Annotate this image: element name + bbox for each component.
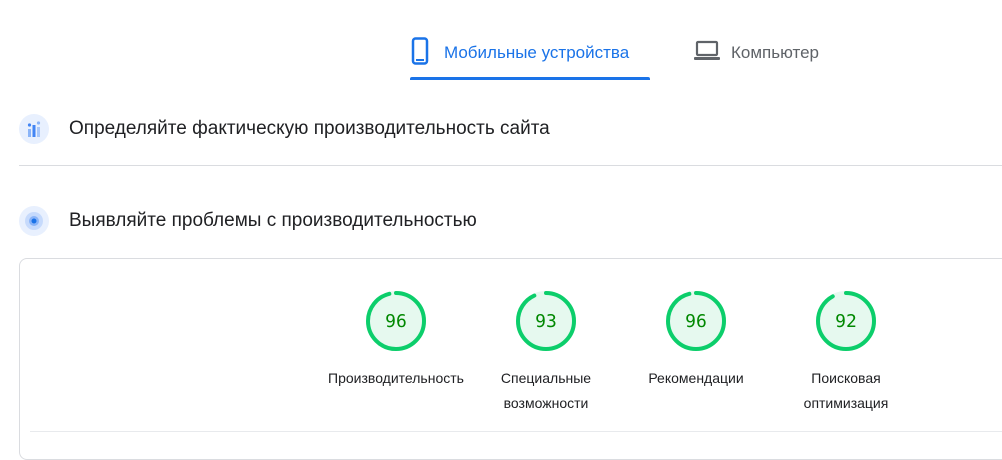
active-tab-indicator — [410, 77, 650, 80]
score-label: Рекомендации — [648, 370, 744, 386]
tab-mobile[interactable]: Мобильные устройства — [410, 28, 652, 80]
score-label: Специальные возможности — [500, 370, 592, 411]
score-value: 96 — [385, 311, 407, 332]
score-value: 93 — [535, 311, 557, 332]
lab-data-icon — [19, 206, 49, 236]
lab-data-section: Выявляйте проблемы с производительностью — [0, 200, 1002, 242]
score-value: 92 — [835, 311, 857, 332]
lab-data-title: Выявляйте проблемы с производительностью — [69, 210, 477, 231]
score-ring: 93 — [516, 291, 576, 351]
smartphone-icon — [410, 36, 430, 70]
score-value: 96 — [685, 311, 707, 332]
field-data-icon — [19, 114, 49, 144]
card-divider — [30, 431, 1002, 432]
scores-card: 96 Производительность 93 Специальные возмож… — [19, 258, 1002, 460]
tab-desktop[interactable]: Компьютер — [693, 28, 819, 78]
score-gauge[interactable]: 96 Производительность — [316, 289, 476, 391]
section-divider — [19, 165, 1002, 166]
score-gauge[interactable]: 93 Специальные возможности — [466, 289, 626, 416]
score-gauge[interactable]: 96 Рекомендации — [616, 289, 776, 391]
score-gauge[interactable]: 92 Поисковая оптимизация — [766, 289, 926, 416]
score-ring: 92 — [816, 291, 876, 351]
field-data-title: Определяйте фактическую производительнос… — [69, 118, 550, 139]
field-data-section: Определяйте фактическую производительнос… — [0, 108, 1002, 150]
tab-desktop-label: Компьютер — [731, 43, 819, 62]
score-label: Производительность — [328, 370, 464, 386]
score-label: Поисковая оптимизация — [803, 370, 889, 411]
score-ring: 96 — [366, 291, 426, 351]
score-ring: 96 — [666, 291, 726, 351]
laptop-icon — [693, 40, 721, 67]
tab-mobile-label: Мобильные устройства — [444, 43, 630, 62]
